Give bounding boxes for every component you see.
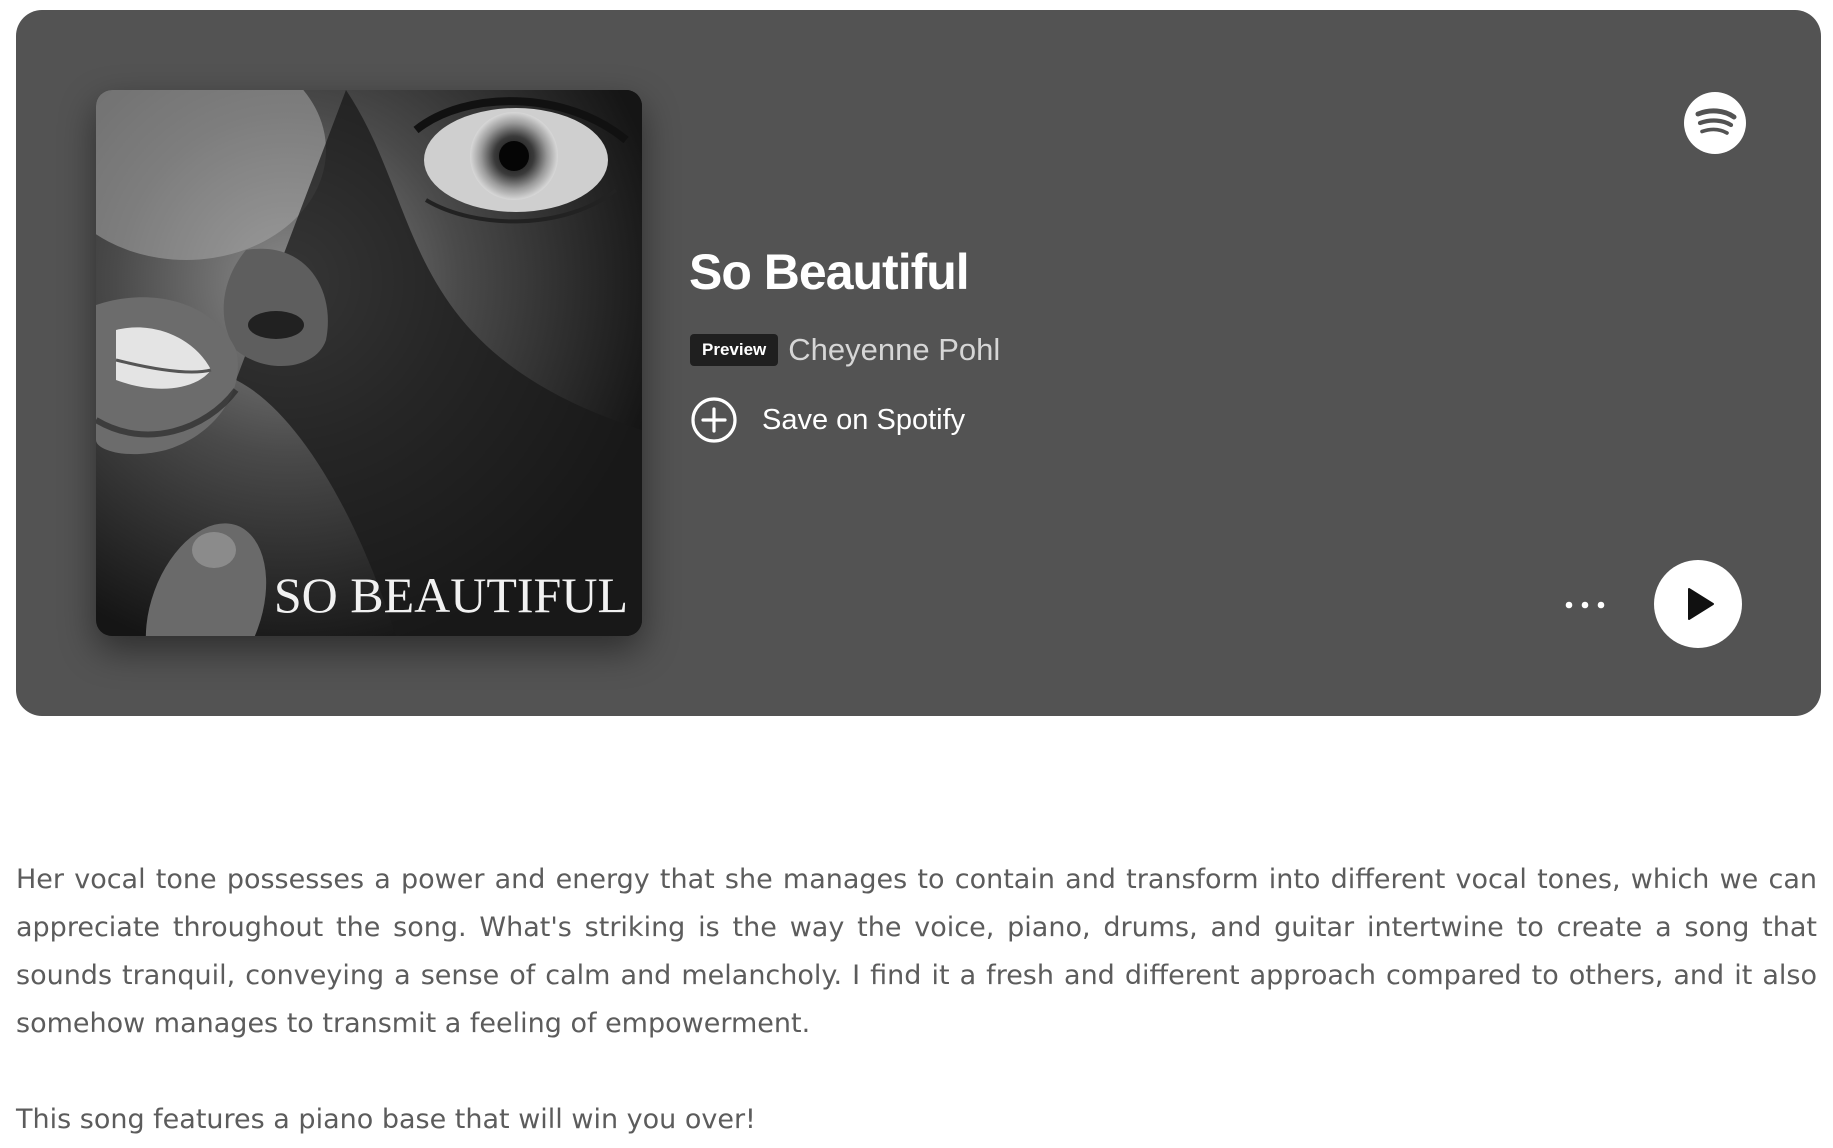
article-paragraph: Her vocal tone possesses a power and ene… — [16, 864, 1817, 1039]
plus-circle-icon — [691, 397, 737, 443]
track-meta: Preview Cheyenne Pohl — [690, 326, 1000, 374]
more-options-button[interactable] — [1554, 580, 1616, 630]
save-on-spotify-button[interactable]: Save on Spotify — [690, 396, 965, 444]
track-title[interactable]: So Beautiful — [689, 242, 970, 302]
save-on-spotify-label: Save on Spotify — [762, 403, 966, 436]
album-cover: SO BEAUTIFUL — [96, 90, 642, 636]
artist-name[interactable]: Cheyenne Pohl — [788, 332, 1000, 368]
ellipsis-icon — [1565, 601, 1605, 609]
play-icon — [1688, 588, 1714, 620]
cover-portrait-image — [96, 90, 642, 636]
preview-badge: Preview — [690, 334, 779, 366]
spotify-logo-icon[interactable] — [1684, 92, 1746, 154]
cover-title-text: SO BEAUTIFUL — [273, 567, 628, 623]
article-body: Her vocal tone possesses a power and ene… — [16, 856, 1817, 1144]
article-paragraph: This song features a piano base that wil… — [16, 1104, 756, 1135]
page: SO BEAUTIFUL So Beautiful Preview Cheyen… — [0, 0, 1833, 1148]
play-button[interactable] — [1654, 560, 1742, 648]
spotify-embed-player: SO BEAUTIFUL So Beautiful Preview Cheyen… — [16, 10, 1821, 716]
